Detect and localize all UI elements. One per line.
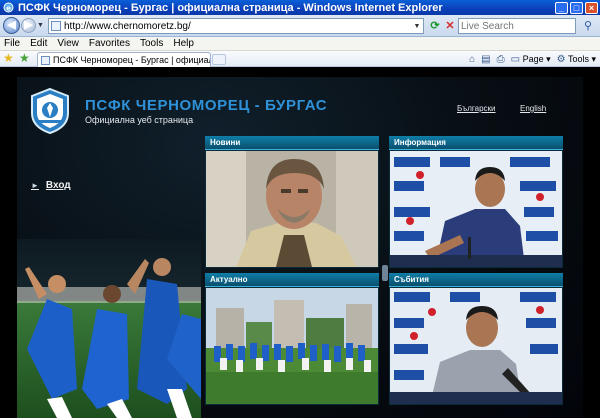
login-label: Вход — [45, 180, 71, 191]
scroll-handle[interactable] — [382, 265, 388, 281]
site-page: ПСФК ЧЕРНОМОРЕЦ - БУРГАС Официална уеб с… — [17, 77, 583, 418]
minimize-button[interactable]: _ — [555, 1, 568, 14]
url-input[interactable] — [64, 20, 411, 32]
news-photo — [206, 151, 378, 267]
menu-file[interactable]: File — [4, 38, 20, 49]
gear-icon: ⚙ — [556, 53, 566, 65]
favorites-star-icon[interactable]: ★ — [3, 51, 14, 65]
menu-bar: File Edit View Favorites Tools Help — [0, 37, 600, 51]
login-link[interactable]: ► Вход — [31, 180, 71, 191]
tools-menu-label: Tools — [567, 53, 589, 64]
maximize-button[interactable]: □ — [570, 1, 583, 14]
svg-text:e: e — [6, 4, 11, 12]
page-menu-icon: ▭ — [510, 53, 521, 65]
panel-information[interactable]: Информация — [389, 136, 563, 268]
search-icon[interactable]: ⚲ — [578, 18, 598, 34]
team-photo — [17, 239, 201, 418]
panel-events-title: Събития — [389, 273, 563, 287]
menu-edit[interactable]: Edit — [30, 38, 47, 49]
language-bulgarian-link[interactable]: Български — [457, 104, 496, 113]
tab-label: ПСФК Черноморец - Бургас | официална стр… — [53, 55, 210, 65]
internet-explorer-icon: e — [3, 2, 14, 13]
back-button[interactable]: ◀ — [3, 17, 20, 34]
events-photo — [390, 288, 562, 404]
site-header: ПСФК ЧЕРНОМОРЕЦ - БУРГАС Официална уеб с… — [17, 77, 583, 135]
language-english-link[interactable]: English — [520, 104, 546, 113]
panel-current-title: Актуално — [205, 273, 379, 287]
refresh-icon[interactable]: ⟳ — [428, 19, 442, 33]
feeds-icon[interactable]: ▤ — [481, 54, 490, 65]
page-menu-button[interactable]: ▭ Page ▾ — [511, 54, 551, 65]
search-input[interactable] — [459, 19, 575, 33]
print-icon[interactable]: ⎙ — [497, 54, 505, 65]
panel-news[interactable]: Новини — [205, 136, 379, 268]
panel-events[interactable]: Събития — [389, 273, 563, 405]
tab-page-icon — [41, 55, 50, 65]
menu-help[interactable]: Help — [173, 38, 194, 49]
command-bar: ⌂ ▤ ⎙ ▭ Page ▾ ⚙ Tools ▾ — [469, 52, 596, 66]
tab-current[interactable]: ПСФК Черноморец - Бургас | официална стр… — [37, 52, 211, 67]
home-icon[interactable]: ⌂ — [469, 54, 475, 65]
tools-menu-button[interactable]: ⚙ Tools ▾ — [557, 54, 596, 65]
history-dropdown-icon[interactable]: ▼ — [37, 22, 44, 29]
stop-icon[interactable]: ✕ — [443, 19, 457, 33]
new-tab-button[interactable] — [212, 54, 226, 65]
menu-tools[interactable]: Tools — [140, 38, 163, 49]
address-toolbar: ◀ ▶ ▼ ▼ ⟳ ✕ ⚲ — [0, 15, 600, 37]
add-favorites-icon[interactable]: ★ — [19, 51, 30, 65]
panel-news-title: Новини — [205, 136, 379, 150]
page-icon — [51, 21, 61, 31]
forward-button[interactable]: ▶ — [21, 18, 36, 33]
site-title: ПСФК ЧЕРНОМОРЕЦ - БУРГАС — [85, 97, 328, 114]
window-title: ПСФК Черноморец - Бургас | официална стр… — [18, 1, 443, 14]
address-field[interactable]: ▼ — [48, 18, 424, 34]
tab-bar: ★ ★ ПСФК Черноморец - Бургас | официална… — [0, 51, 600, 67]
panel-information-title: Информация — [389, 136, 563, 150]
arrow-right-icon: ► — [31, 181, 39, 190]
window-title-bar: e ПСФК Черноморец - Бургас | официална с… — [0, 0, 600, 15]
panel-current[interactable]: Актуално — [205, 273, 379, 405]
site-subtitle: Официална уеб страница — [85, 115, 194, 125]
menu-favorites[interactable]: Favorites — [89, 38, 130, 49]
address-dropdown-icon[interactable]: ▼ — [411, 23, 423, 30]
menu-view[interactable]: View — [57, 38, 79, 49]
close-button[interactable]: × — [585, 1, 598, 14]
current-photo — [206, 288, 378, 404]
information-photo — [390, 151, 562, 267]
browser-viewport: ПСФК ЧЕРНОМОРЕЦ - БУРГАС Официална уеб с… — [0, 67, 600, 418]
club-logo[interactable] — [29, 87, 71, 135]
page-menu-label: Page — [522, 53, 544, 64]
search-field[interactable] — [458, 18, 576, 34]
